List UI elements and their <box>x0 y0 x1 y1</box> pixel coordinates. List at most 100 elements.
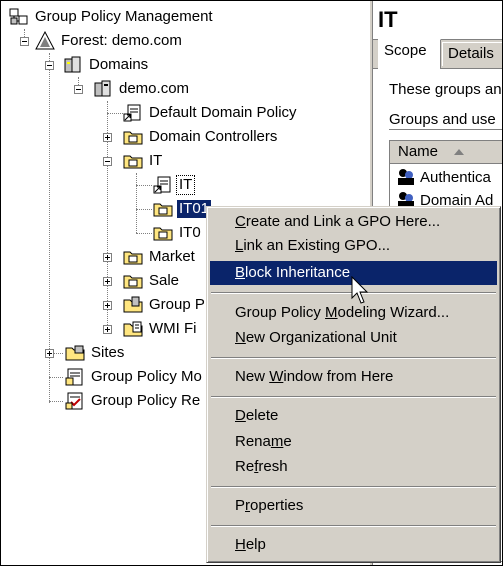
tree-label: Group Policy Mo <box>91 368 202 385</box>
ou-folder-icon <box>153 199 173 219</box>
menu-text: e <box>283 433 292 450</box>
menu-item-properties[interactable]: Properties <box>210 494 497 518</box>
tree-label: Sale <box>149 272 180 289</box>
context-menu: Create and Link a GPO Here... Link an Ex… <box>206 206 501 563</box>
menu-text: lock Inheritance <box>245 264 351 281</box>
results-icon <box>65 391 85 411</box>
group-icon <box>396 167 416 187</box>
menu-separator <box>211 357 496 359</box>
menu-text: ew Organizational Unit <box>245 329 397 346</box>
tab-label: Scope <box>384 42 427 59</box>
tree-node-marketing[interactable]: Market <box>123 246 197 268</box>
description-text: These groups an <box>389 81 502 98</box>
expand-sites-toggle[interactable] <box>45 349 54 358</box>
menu-accelerator: B <box>235 264 246 281</box>
menu-item-delete[interactable]: Delete <box>210 404 497 428</box>
tree-line <box>136 185 152 186</box>
tree-label: Default Domain Policy <box>149 104 297 121</box>
tree-node-root[interactable]: Group Policy Management <box>9 6 215 28</box>
tree-label: Group Policy Re <box>91 392 201 409</box>
tree-node-domains[interactable]: Domains <box>63 54 150 76</box>
domains-icon <box>63 55 83 75</box>
tab-scope[interactable]: Scope <box>378 39 441 69</box>
menu-accelerator: m <box>270 433 284 450</box>
groups-label: Groups and use <box>389 111 496 128</box>
modeling-icon <box>65 367 85 387</box>
tree-node-sale[interactable]: Sale <box>123 270 181 292</box>
tree-line <box>136 173 137 233</box>
wmi-folder-icon <box>123 319 143 339</box>
menu-item-link-existing-gpo[interactable]: Link an Existing GPO... <box>210 234 497 258</box>
tree-node-default-domain-policy[interactable]: Default Domain Policy <box>123 102 299 124</box>
collapse-forest-toggle[interactable] <box>20 37 29 46</box>
menu-text: odeling Wizard... <box>337 304 450 321</box>
ou-folder-icon <box>123 247 143 267</box>
tree-node-sites[interactable]: Sites <box>65 342 126 364</box>
menu-text: New <box>235 368 270 385</box>
expand-gpo-toggle[interactable] <box>103 301 112 310</box>
menu-item-refresh[interactable]: Refresh <box>210 455 497 479</box>
menu-accelerator: M <box>325 304 338 321</box>
menu-item-new-ou[interactable]: New Organizational Unit <box>210 326 497 350</box>
domain-icon <box>93 79 113 99</box>
tab-details[interactable]: Details <box>442 42 502 66</box>
tree-line <box>49 401 63 402</box>
mmc-window: Group Policy Management Forest: demo.com… <box>0 0 503 566</box>
tree-line <box>136 233 152 234</box>
collapse-domains-toggle[interactable] <box>45 61 54 70</box>
tree-label: Domains <box>89 56 149 73</box>
tree-node-wmi-filters[interactable]: WMI Fi <box>123 318 198 340</box>
menu-accelerator: W <box>269 368 284 385</box>
tree-line <box>107 113 123 114</box>
menu-item-new-window[interactable]: New Window from Here <box>210 365 497 389</box>
mouse-pointer-icon <box>351 276 369 304</box>
tree-label: Forest: demo.com <box>61 32 182 49</box>
expand-marketing-toggle[interactable] <box>103 253 112 262</box>
menu-accelerator: H <box>235 536 246 553</box>
forest-icon <box>35 30 55 51</box>
menu-text: ink an Existing GPO... <box>243 237 391 254</box>
menu-item-create-link-gpo[interactable]: Create and Link a GPO Here... <box>210 210 497 234</box>
menu-text: elete <box>245 407 279 424</box>
details-tabs: Scope Details <box>373 39 502 69</box>
tree-label: WMI Fi <box>149 320 197 337</box>
tree-node-it-gpo[interactable]: IT <box>153 174 196 196</box>
tree-label: demo.com <box>119 80 190 97</box>
tree-node-it[interactable]: IT <box>123 150 164 172</box>
tree-node-gp-modeling[interactable]: Group Policy Mo <box>65 366 204 388</box>
sites-folder-icon <box>65 343 85 363</box>
tree-node-it0x[interactable]: IT0 <box>153 222 203 244</box>
gpo-link-icon <box>123 103 143 123</box>
ou-folder-icon <box>123 151 143 171</box>
expand-wmi-toggle[interactable] <box>103 325 112 334</box>
menu-separator <box>211 396 496 398</box>
gpo-link-icon <box>153 175 173 195</box>
list-item-label: Authentica <box>420 168 491 186</box>
ou-folder-icon <box>123 127 143 147</box>
column-header-name[interactable]: Name <box>390 141 502 164</box>
list-item[interactable]: Authentica <box>396 166 491 188</box>
tree-node-forest[interactable]: Forest: demo.com <box>35 30 184 52</box>
tree-line <box>49 377 63 378</box>
menu-text: indow from Here <box>283 368 394 385</box>
menu-text: P <box>235 497 246 514</box>
tree-node-gp-results[interactable]: Group Policy Re <box>65 390 202 412</box>
expand-sale-toggle[interactable] <box>103 277 112 286</box>
tree-node-group-policy-objects[interactable]: Group P <box>123 294 207 316</box>
menu-item-rename[interactable]: Rename <box>210 430 497 454</box>
sort-ascending-icon <box>454 149 464 155</box>
details-title-bar: IT <box>373 1 502 40</box>
ou-folder-icon <box>153 223 173 243</box>
tree-node-demo-com[interactable]: demo.com <box>93 78 191 100</box>
expand-domain-controllers-toggle[interactable] <box>103 133 112 142</box>
gpmc-icon <box>9 7 29 27</box>
tree-node-it01[interactable]: IT01 <box>153 198 212 220</box>
collapse-it-toggle[interactable] <box>103 157 112 166</box>
menu-text: Rena <box>235 433 271 450</box>
menu-item-help[interactable]: Help <box>210 533 497 557</box>
ou-folder-icon <box>123 271 143 291</box>
collapse-demo-com-toggle[interactable] <box>74 85 83 94</box>
tree-node-domain-controllers[interactable]: Domain Controllers <box>123 126 279 148</box>
tree-label: IT <box>149 152 163 169</box>
tree-label: Sites <box>91 344 125 361</box>
